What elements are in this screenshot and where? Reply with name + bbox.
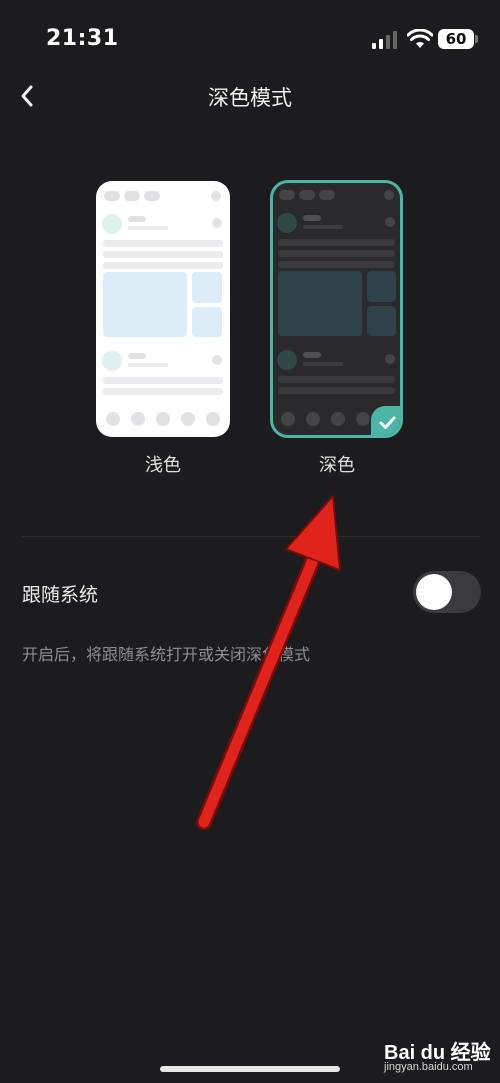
section-divider bbox=[22, 536, 480, 537]
toggle-knob[interactable] bbox=[416, 574, 452, 610]
annotation-arrow bbox=[196, 495, 341, 830]
follow-system-description: 开启后，将跟随系统打开或关闭深色模式 bbox=[22, 645, 311, 664]
status-time: 21:31 bbox=[46, 26, 119, 51]
light-theme-card[interactable] bbox=[96, 181, 230, 437]
cellular-signal-icon bbox=[372, 31, 397, 49]
dark-theme-card[interactable] bbox=[270, 180, 403, 438]
wifi-icon bbox=[407, 29, 433, 48]
battery-indicator: 60 bbox=[438, 29, 474, 49]
battery-tip bbox=[475, 35, 478, 43]
checkmark-icon bbox=[379, 416, 396, 429]
page-title: 深色模式 bbox=[208, 86, 292, 110]
light-theme-preview bbox=[102, 191, 223, 426]
selected-check-badge bbox=[371, 406, 400, 435]
follow-system-label: 跟随系统 bbox=[22, 584, 99, 606]
home-indicator[interactable] bbox=[160, 1066, 340, 1072]
light-theme-label[interactable]: 浅色 bbox=[96, 451, 230, 477]
dark-theme-preview bbox=[277, 190, 396, 426]
baidu-watermark-url: jingyan.baidu.com bbox=[384, 1061, 473, 1073]
dark-theme-label[interactable]: 深色 bbox=[270, 451, 404, 477]
